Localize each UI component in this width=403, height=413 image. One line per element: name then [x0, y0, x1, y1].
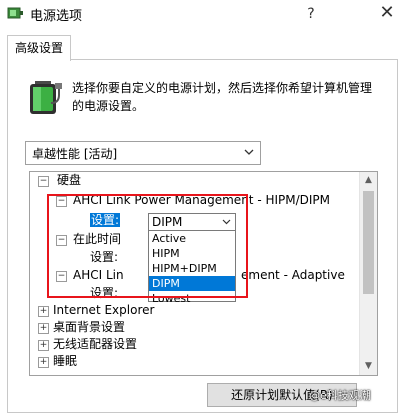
power-plan-select[interactable]: 卓越性能 [活动] [25, 141, 261, 165]
tree-item-setting-2: 设置: [90, 249, 118, 266]
tree-item-label: 无线适配器设置 [53, 337, 138, 351]
power-options-icon [7, 7, 23, 19]
power-plan-value: 卓越性能 [活动] [32, 147, 118, 161]
collapse-icon[interactable]: − [56, 271, 67, 282]
description-line-2: 的电源设置。 [72, 99, 145, 113]
tree-item-sleep[interactable]: + 睡眠 [38, 353, 77, 370]
description-line-1: 选择你要自定义的电源计划，然后选择你希望计算机管理 [72, 81, 373, 95]
tree-item-desktop-background[interactable]: + 桌面背景设置 [38, 319, 125, 336]
tree-item-setting-1: 设置: [90, 212, 121, 229]
setting-label: 设置: [90, 286, 119, 300]
tree-item-label: 睡眠 [53, 354, 78, 368]
option-hipm[interactable]: HIPM [149, 246, 235, 261]
scroll-up-icon[interactable]: ▲ [360, 172, 377, 189]
setting-value-select[interactable]: DIPM [148, 213, 236, 231]
option-lowest[interactable]: Lowest [149, 291, 235, 306]
settings-tree[interactable]: − 硬盘 − AHCI Link Power Management - HIPM… [29, 171, 378, 376]
tree-item-label: 桌面背景设置 [53, 320, 126, 334]
tree-item-idle-time[interactable]: − 在此时间 [56, 231, 121, 248]
tree-item-label-suffix: ement - Adaptive [241, 268, 345, 282]
expand-icon[interactable]: + [38, 306, 49, 317]
window-title: 电源选项 [30, 9, 83, 24]
setting-label: 设置: [90, 250, 119, 264]
close-button[interactable]: ✕ [372, 1, 402, 25]
tree-item-label: Internet Explorer [53, 303, 155, 317]
scroll-down-icon[interactable]: ▼ [360, 358, 377, 375]
tab-advanced-settings[interactable]: 高级设置 [7, 35, 71, 61]
watermark: @e科技观潮 [309, 389, 371, 402]
scrollbar-thumb[interactable] [363, 191, 374, 294]
chevron-down-icon [244, 149, 254, 155]
tree-item-ahci-adaptive[interactable]: − AHCI Lin ement - Adaptive [56, 267, 345, 284]
tree-item-wireless-adapter[interactable]: + 无线适配器设置 [38, 336, 137, 353]
expand-icon[interactable]: + [38, 340, 49, 351]
option-hipm-dipm[interactable]: HIPM+DIPM [149, 261, 235, 276]
tree-item-setting-3: 设置: [90, 285, 118, 302]
option-active[interactable]: Active [149, 231, 235, 246]
help-button[interactable]: ? [298, 3, 324, 25]
tree-item-label: 硬盘 [57, 173, 82, 187]
setting-value: DIPM [152, 215, 183, 229]
setting-dropdown-list[interactable]: Active HIPM HIPM+DIPM DIPM Lowest [148, 230, 236, 305]
chevron-down-icon [222, 219, 231, 225]
collapse-icon[interactable]: − [56, 196, 67, 207]
collapse-icon[interactable]: − [38, 176, 49, 187]
tree-item-label: AHCI Lin [73, 268, 124, 282]
battery-plug-icon [30, 81, 62, 114]
tree-item-hard-disk[interactable]: − 硬盘 [38, 172, 81, 189]
tree-item-internet-explorer[interactable]: + Internet Explorer [38, 302, 154, 319]
collapse-icon[interactable]: − [56, 235, 67, 246]
setting-label: 设置: [90, 213, 121, 227]
tree-item-label: 在此时间 [73, 232, 122, 246]
expand-icon[interactable]: + [38, 323, 49, 334]
expand-icon[interactable]: + [38, 357, 49, 368]
tree-item-ahci-hipm-dipm[interactable]: − AHCI Link Power Management - HIPM/DIPM [56, 192, 330, 209]
tree-scrollbar[interactable]: ▲ ▼ [359, 172, 377, 375]
option-dipm[interactable]: DIPM [149, 276, 235, 291]
tree-item-label: AHCI Link Power Management - HIPM/DIPM [73, 193, 331, 207]
